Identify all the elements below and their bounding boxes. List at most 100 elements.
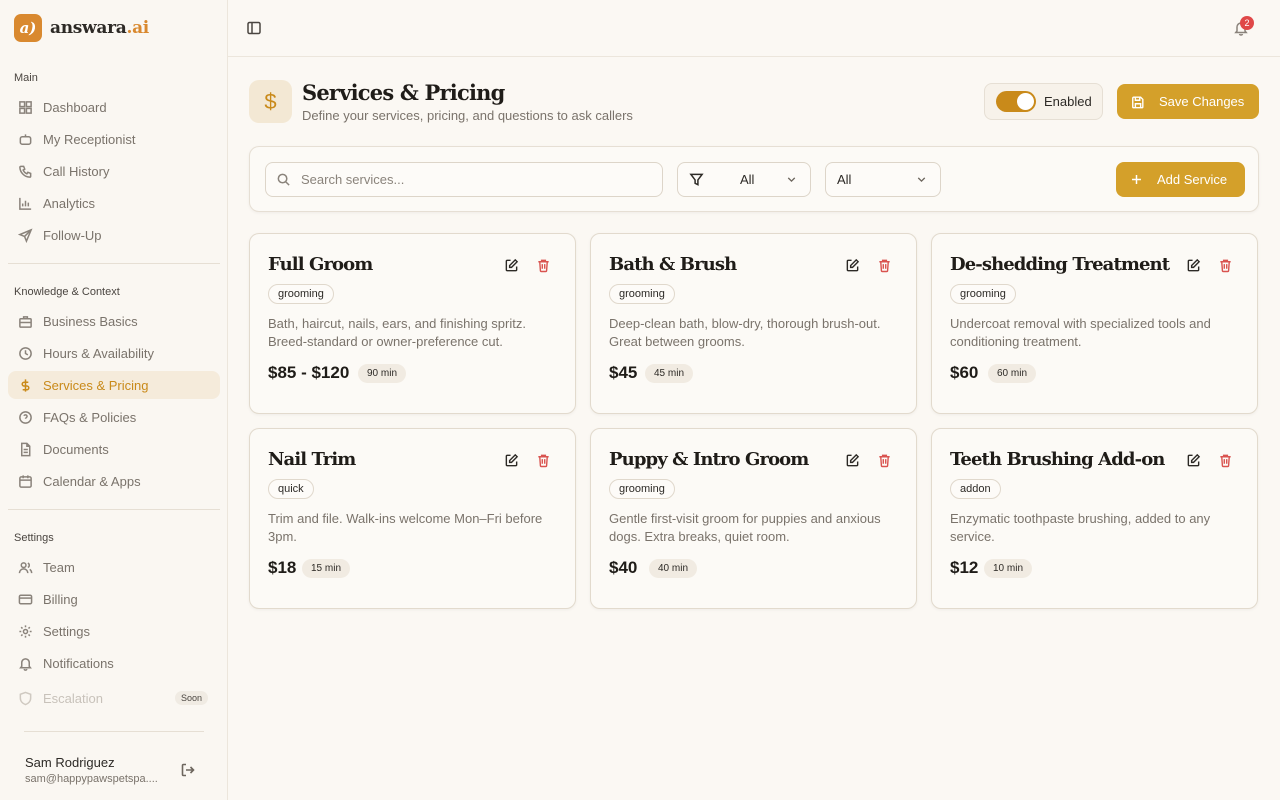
help-circle-icon [19,410,32,424]
user-profile[interactable]: Sam Rodriguez sam@happypawspetspa.... [25,755,158,785]
sidebar-item-business-basics[interactable]: Business Basics [8,307,220,335]
service-price: $45 [609,363,638,382]
sidebar-item-calendar-apps[interactable]: Calendar & Apps [8,467,220,495]
shield-icon [19,691,32,705]
sidebar-item-follow-up[interactable]: Follow-Up [8,221,220,249]
logout-icon[interactable] [180,762,196,778]
service-description: Enzymatic toothpaste brushing, added to … [950,511,1211,544]
service-description: Bath, haircut, nails, ears, and finishin… [268,316,526,349]
category-tag: grooming [950,284,1016,304]
add-service-button[interactable]: Add Service [1116,162,1245,197]
trash-icon[interactable] [536,453,551,468]
category-tag: grooming [268,284,334,304]
sidebar-item-label: Analytics [43,195,96,211]
service-title: Bath & Brush [609,254,737,275]
duration-badge: 15 min [302,559,351,578]
trash-icon[interactable] [1218,258,1233,273]
secondary-filter-select[interactable]: All [825,162,941,197]
category-tag: grooming [609,284,675,304]
service-price: $40 [609,558,638,577]
sidebar-item-faqs[interactable]: FAQs & Policies [8,403,220,431]
sidebar-item-hours[interactable]: Hours & Availability [8,339,220,367]
sidebar-item-label: Calendar & Apps [43,473,141,489]
edit-icon[interactable] [504,453,519,468]
sidebar-divider [24,731,204,732]
user-name: Sam Rodriguez [25,755,115,770]
service-title: Teeth Brushing Add-on [950,449,1165,470]
filter-bar: All All Add Service [249,146,1259,212]
chevron-down-icon [787,177,796,183]
service-title: Puppy & Intro Groom [609,449,809,470]
sidebar-item-services-pricing[interactable]: Services & Pricing [8,371,220,399]
service-card[interactable]: Full Groom grooming Bath, haircut, nails, … [249,233,576,414]
sidebar-item-label: My Receptionist [43,131,136,147]
add-service-label: Add Service [1157,172,1228,187]
logo-mark: a) [14,14,42,42]
edit-icon[interactable] [845,258,860,273]
bell-icon [19,657,32,671]
trash-icon[interactable] [536,258,551,273]
sidebar-item-billing[interactable]: Billing [8,585,220,613]
edit-icon[interactable] [845,453,860,468]
duration-badge: 10 min [984,559,1033,578]
trash-icon[interactable] [1218,453,1233,468]
enabled-toggle[interactable]: Enabled [984,83,1103,120]
page-title: Services & Pricing [302,80,505,105]
sidebar-item-label: FAQs & Policies [43,409,137,425]
sidebar-item-notifications[interactable]: Notifications [8,649,220,677]
sidebar-item-analytics[interactable]: Analytics [8,189,220,217]
chevron-down-icon [917,177,926,183]
sidebar-item-settings[interactable]: Settings [8,617,220,645]
enabled-label: Enabled [1044,94,1092,109]
trash-icon[interactable] [877,453,892,468]
section-label-main: Main [14,72,38,84]
secondary-filter-value: All [837,172,852,187]
page-subtitle: Define your services, pricing, and quest… [302,108,633,123]
users-icon [18,561,33,573]
sidebar-item-my-receptionist[interactable]: My Receptionist [8,125,220,153]
sidebar-toggle-icon[interactable] [246,20,262,36]
sidebar-item-call-history[interactable]: Call History [8,157,220,185]
edit-icon[interactable] [1186,258,1201,273]
sidebar-item-escalation: Escalation Soon [8,684,220,712]
service-price: $60 [950,363,979,382]
edit-icon[interactable] [504,258,519,273]
save-changes-label: Save Changes [1159,94,1245,109]
save-icon [1132,95,1144,108]
enabled-switch[interactable] [996,91,1036,112]
sidebar-item-label: Call History [43,163,110,179]
trash-icon[interactable] [877,258,892,273]
service-price: $85 - $120 [268,363,350,382]
edit-icon[interactable] [1186,453,1201,468]
category-tag: addon [950,479,1001,499]
service-card[interactable]: Puppy & Intro Groom grooming Gentle first-… [590,428,917,609]
service-card[interactable]: Nail Trim quick Trim and file. Walk-ins we… [249,428,576,609]
service-description: Gentle first-visit groom for puppies and… [609,511,881,544]
service-title: De-shedding Treatment [950,254,1170,275]
sidebar-item-team[interactable]: Team [8,553,220,581]
page-icon: $ [249,80,292,123]
sidebar-divider [8,509,220,510]
sidebar-item-label: Team [43,559,75,575]
clock-icon [19,346,32,360]
search-input[interactable] [301,172,641,187]
category-tag: quick [268,479,314,499]
sidebar-item-label: Notifications [43,655,114,671]
document-icon [21,442,31,456]
save-changes-button[interactable]: Save Changes [1117,84,1259,119]
briefcase-icon [19,315,32,328]
service-card[interactable]: Bath & Brush grooming Deep-clean bath, blo… [590,233,917,414]
sidebar-item-documents[interactable]: Documents [8,435,220,463]
service-price: $12 [950,558,979,577]
user-email: sam@happypawspetspa.... [25,773,158,785]
category-filter-select[interactable]: All [677,162,811,197]
duration-badge: 60 min [988,364,1037,383]
sidebar-item-dashboard[interactable]: Dashboard [8,93,220,121]
logo-text: answara.ai [50,18,149,38]
service-card[interactable]: De-shedding Treatment grooming Undercoat r… [931,233,1258,414]
search-box[interactable] [265,162,663,197]
sidebar: a) answara.ai Main Dashboard My Receptio… [0,0,228,800]
filter-icon [689,173,704,186]
service-card[interactable]: Teeth Brushing Add-on addon Enzymatic toot… [931,428,1258,609]
brand-logo[interactable]: a) answara.ai [14,14,149,42]
